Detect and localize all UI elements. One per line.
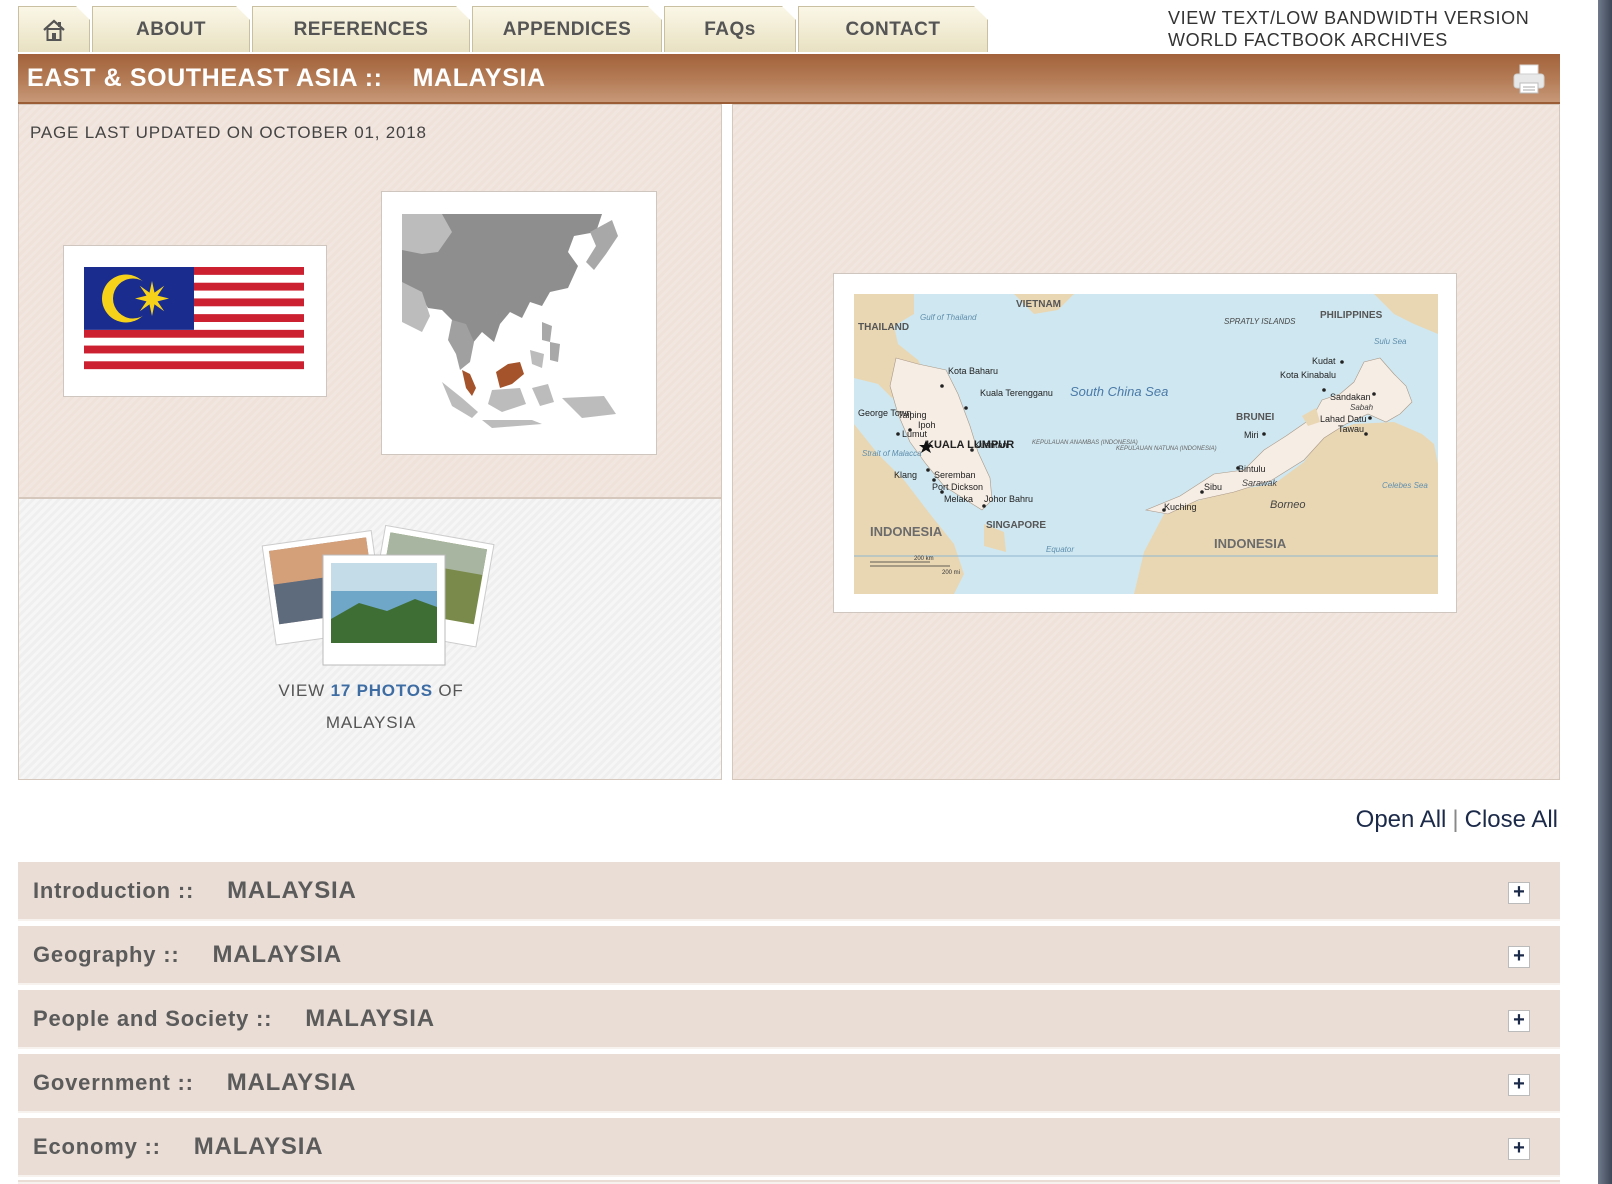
tab-about[interactable]: ABOUT: [92, 6, 250, 52]
map-label-thailand: THAILAND: [858, 322, 909, 333]
map-label-vietnam: VIETNAM: [1016, 299, 1061, 310]
map-label-kudat: Kudat: [1312, 356, 1336, 366]
photo-stack-icon[interactable]: [255, 521, 495, 671]
map-label-bintulu: Bintulu: [1238, 464, 1266, 474]
map-label-klang: Klang: [894, 470, 917, 480]
photo-caption-prefix: VIEW: [278, 681, 326, 700]
map-label-johor-bahru: Johor Bahru: [984, 494, 1033, 504]
map-label-south-china-sea: South China Sea: [1070, 384, 1168, 399]
section-introduction[interactable]: Introduction :: MALAYSIA +: [18, 862, 1560, 921]
map-label-indonesia-west: INDONESIA: [870, 524, 943, 539]
map-label-gulf: Gulf of Thailand: [920, 313, 977, 322]
map-label-melaka: Melaka: [944, 494, 973, 504]
country-title-bar: EAST & SOUTHEAST ASIA :: MALAYSIA: [18, 54, 1560, 104]
map-label-tawau: Tawau: [1338, 424, 1364, 434]
locator-map: [402, 212, 638, 436]
map-label-lahad-datu: Lahad Datu: [1320, 414, 1367, 424]
map-label-sarawak: Sarawak: [1242, 478, 1278, 488]
map-label-lumut: Lumut: [902, 429, 928, 439]
map-label-philippines: PHILIPPINES: [1320, 310, 1383, 321]
window-edge: [1598, 0, 1612, 1184]
map-label-equator: Equator: [1046, 545, 1074, 554]
tab-faqs[interactable]: FAQs: [664, 6, 796, 52]
photo-count-link[interactable]: 17 PHOTOS: [331, 681, 433, 700]
section-country: MALAYSIA: [227, 876, 357, 904]
malaysia-map: Equator THAILAND VIETNAM PHILIPPINES BRU…: [854, 294, 1438, 594]
plus-icon[interactable]: +: [1508, 946, 1530, 968]
section-title: Economy ::: [33, 1133, 161, 1159]
section-next-partial: [18, 1180, 1560, 1184]
flag-locator-panel: PAGE LAST UPDATED ON OCTOBER 01, 2018: [18, 104, 722, 498]
map-label-seremban: Seremban: [934, 470, 976, 480]
country-map-panel: Equator THAILAND VIETNAM PHILIPPINES BRU…: [732, 104, 1560, 780]
map-label-sandakan: Sandakan: [1330, 392, 1371, 402]
last-updated: PAGE LAST UPDATED ON OCTOBER 01, 2018: [30, 123, 427, 142]
map-label-kuala-terengganu: Kuala Terengganu: [980, 388, 1053, 398]
map-label-george-town: George Town: [858, 408, 911, 418]
plus-icon[interactable]: +: [1508, 1010, 1530, 1032]
flag-frame[interactable]: [63, 245, 327, 397]
section-title: People and Society ::: [33, 1005, 273, 1031]
photo-caption-suffix: OF: [438, 681, 464, 700]
home-tab[interactable]: [18, 6, 90, 52]
section-title: Geography ::: [33, 941, 180, 967]
archives-link[interactable]: WORLD FACTBOOK ARCHIVES: [1168, 29, 1529, 51]
house-icon: [41, 17, 67, 43]
section-country: MALAYSIA: [226, 1068, 357, 1096]
map-label-borneo: Borneo: [1270, 499, 1305, 511]
section-economy[interactable]: Economy :: MALAYSIA +: [18, 1118, 1560, 1177]
section-title: Government ::: [33, 1069, 194, 1095]
plus-icon[interactable]: +: [1508, 1074, 1530, 1096]
region-label: EAST & SOUTHEAST ASIA ::: [27, 63, 383, 92]
map-label-sabah: Sabah: [1350, 403, 1374, 412]
section-country: MALAYSIA: [193, 1132, 324, 1160]
section-country: MALAYSIA: [212, 940, 343, 968]
map-label-strait: Strait of Malacca: [862, 449, 922, 458]
map-label-sibu: Sibu: [1204, 482, 1222, 492]
photos-panel: VIEW 17 PHOTOS OF MALAYSIA: [18, 498, 722, 780]
section-title: Introduction ::: [33, 877, 195, 903]
photo-caption: VIEW 17 PHOTOS OF MALAYSIA: [19, 675, 723, 739]
text-version-link[interactable]: VIEW TEXT/LOW BANDWIDTH VERSION: [1168, 7, 1529, 29]
accordion-controls: Open All | Close All: [1356, 806, 1558, 834]
plus-icon[interactable]: +: [1508, 1138, 1530, 1160]
country-name: MALAYSIA: [412, 63, 546, 92]
map-label-port-dickson: Port Dickson: [932, 482, 983, 492]
section-geography[interactable]: Geography :: MALAYSIA +: [18, 926, 1560, 985]
country-map-frame[interactable]: Equator THAILAND VIETNAM PHILIPPINES BRU…: [833, 273, 1457, 613]
map-scale-km: 200 km: [914, 556, 934, 562]
top-links: VIEW TEXT/LOW BANDWIDTH VERSION WORLD FA…: [1168, 7, 1529, 51]
malaysia-flag: [84, 267, 304, 377]
section-people-and-society[interactable]: People and Society :: MALAYSIA +: [18, 990, 1560, 1049]
map-scale-mi: 200 mi: [942, 570, 960, 576]
map-label-natuna: KEPULAUAN NATUNA (INDONESIA): [1116, 446, 1217, 452]
printer-icon[interactable]: [1512, 62, 1546, 96]
map-label-kota-baharu: Kota Baharu: [948, 366, 998, 376]
map-label-miri: Miri: [1244, 430, 1259, 440]
map-label-sulu: Sulu Sea: [1374, 337, 1407, 346]
map-label-celebes: Celebes Sea: [1382, 481, 1428, 490]
tab-references[interactable]: REFERENCES: [252, 6, 470, 52]
close-all-link[interactable]: Close All: [1465, 806, 1558, 833]
map-label-indonesia-east: INDONESIA: [1214, 536, 1287, 551]
section-country: MALAYSIA: [305, 1004, 435, 1032]
plus-icon[interactable]: +: [1508, 882, 1530, 904]
tab-appendices[interactable]: APPENDICES: [472, 6, 662, 52]
controls-separator: |: [1452, 806, 1459, 833]
map-label-kuantan: Kuantan: [974, 440, 1008, 450]
open-all-link[interactable]: Open All: [1356, 806, 1447, 833]
map-label-kota-kinabalu: Kota Kinabalu: [1280, 370, 1336, 380]
map-label-spratly: SPRATLY ISLANDS: [1224, 317, 1296, 326]
map-label-singapore: SINGAPORE: [986, 520, 1046, 531]
tab-contact[interactable]: CONTACT: [798, 6, 988, 52]
map-label-brunei: BRUNEI: [1236, 412, 1275, 423]
map-label-kuching: Kuching: [1164, 502, 1197, 512]
section-government[interactable]: Government :: MALAYSIA +: [18, 1054, 1560, 1113]
locator-map-frame[interactable]: [381, 191, 657, 455]
photo-caption-country: MALAYSIA: [325, 713, 417, 732]
